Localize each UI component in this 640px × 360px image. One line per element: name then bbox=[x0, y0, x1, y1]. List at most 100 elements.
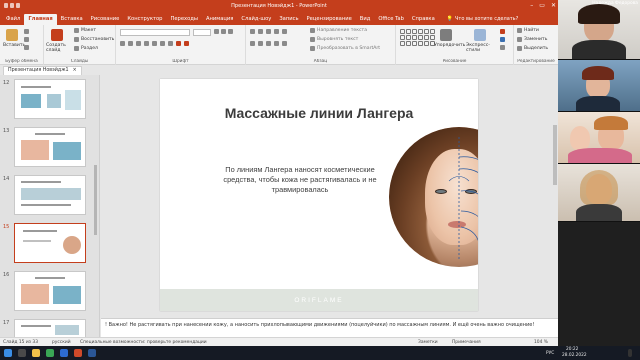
underline-icon[interactable] bbox=[136, 41, 141, 46]
justify-icon[interactable] bbox=[274, 41, 279, 46]
line-spacing-icon[interactable] bbox=[282, 29, 287, 34]
layout-button[interactable]: Макет bbox=[74, 28, 96, 33]
show-desktop-button[interactable] bbox=[628, 349, 632, 357]
find-button[interactable]: Найти bbox=[517, 28, 539, 33]
font-color-icon[interactable] bbox=[184, 41, 189, 46]
section-button[interactable]: Раздел bbox=[74, 46, 98, 51]
align-center-icon[interactable] bbox=[258, 41, 263, 46]
tab-file[interactable]: Файл bbox=[2, 14, 24, 25]
tab-home[interactable]: Главная bbox=[24, 14, 57, 25]
word-icon[interactable] bbox=[88, 349, 96, 357]
tell-me-box[interactable]: 💡 Что вы хотите сделать? bbox=[439, 14, 523, 25]
align-left-icon[interactable] bbox=[250, 41, 255, 46]
slide-thumbnail-15[interactable] bbox=[14, 223, 86, 263]
title-bar: Презентация Новэйдж1 - PowerPoint – ▭ ✕ bbox=[0, 0, 558, 12]
webcam-tile-1[interactable]: Надежда Федорова bbox=[558, 0, 640, 60]
group-clipboard: Вставить Буфер обмена bbox=[0, 25, 44, 65]
strikethrough-icon[interactable] bbox=[144, 41, 149, 46]
paste-icon[interactable] bbox=[6, 29, 18, 41]
thumbnail-picture bbox=[47, 94, 61, 108]
slide-title[interactable]: Массажные линии Лангера bbox=[160, 105, 478, 121]
slide-thumbnail-16[interactable] bbox=[14, 271, 86, 311]
notes-button[interactable]: Заметки bbox=[418, 340, 438, 345]
italic-icon[interactable] bbox=[128, 41, 133, 46]
reset-button[interactable]: Восстановить bbox=[74, 37, 114, 42]
indent-decrease-icon[interactable] bbox=[266, 29, 271, 34]
format-painter-icon[interactable] bbox=[24, 45, 29, 50]
align-text-button[interactable]: Выровнять текст bbox=[310, 37, 358, 42]
scrollbar-thumb[interactable] bbox=[553, 125, 557, 185]
tab-transitions[interactable]: Переходы bbox=[166, 14, 202, 25]
close-icon[interactable]: ✕ bbox=[551, 2, 556, 9]
new-slide-button[interactable]: Создать слайд bbox=[46, 43, 72, 53]
smartart-button[interactable]: Преобразовать в SmartArt bbox=[310, 46, 380, 51]
zoom-icon[interactable] bbox=[60, 349, 68, 357]
slide-thumbnail-12[interactable] bbox=[14, 79, 86, 119]
numbering-icon[interactable] bbox=[258, 29, 263, 34]
document-tab[interactable]: Презентация Новэйдж1 × bbox=[3, 66, 82, 75]
indent-increase-icon[interactable] bbox=[274, 29, 279, 34]
powerpoint-icon[interactable] bbox=[74, 349, 82, 357]
slide-thumbnail-14[interactable] bbox=[14, 175, 86, 215]
windows-start-icon[interactable] bbox=[4, 349, 12, 357]
tab-animations[interactable]: Анимация bbox=[202, 14, 237, 25]
zoom-level[interactable]: 104 % bbox=[534, 340, 548, 345]
text-direction-button[interactable]: Направление текста bbox=[310, 28, 367, 33]
replace-button[interactable]: Заменить bbox=[517, 37, 547, 42]
font-size-field[interactable] bbox=[193, 29, 211, 36]
maximize-icon[interactable]: ▭ bbox=[539, 2, 545, 9]
face-picture[interactable] bbox=[389, 127, 478, 267]
status-accessibility[interactable]: Специальные возможности: проверьте реком… bbox=[80, 340, 207, 345]
font-name-field[interactable] bbox=[120, 29, 190, 36]
tab-review[interactable]: Рецензирование bbox=[303, 14, 356, 25]
align-right-icon[interactable] bbox=[266, 41, 271, 46]
close-tab-icon[interactable]: × bbox=[73, 68, 77, 74]
person-body bbox=[576, 204, 622, 221]
font-grow-icon[interactable] bbox=[214, 29, 233, 34]
thumbnails-scrollbar[interactable] bbox=[94, 165, 97, 235]
tab-slideshow[interactable]: Слайд-шоу bbox=[237, 14, 275, 25]
tab-draw[interactable]: Рисование bbox=[87, 14, 124, 25]
notes-pane[interactable]: ! Важно! Не растягивать при нанесении ко… bbox=[101, 318, 558, 337]
quick-styles-button[interactable]: Экспресс-стили bbox=[466, 43, 496, 53]
cut-icon[interactable] bbox=[24, 29, 29, 34]
shape-outline-icon[interactable] bbox=[500, 37, 505, 42]
bullets-icon[interactable] bbox=[250, 29, 255, 34]
webcam-tile-3[interactable] bbox=[558, 112, 640, 164]
file-explorer-icon[interactable] bbox=[32, 349, 40, 357]
chrome-icon[interactable] bbox=[46, 349, 54, 357]
columns-icon[interactable] bbox=[282, 41, 287, 46]
tab-record[interactable]: Запись bbox=[275, 14, 302, 25]
shapes-gallery[interactable] bbox=[400, 29, 435, 46]
slide-thumbnail-17[interactable] bbox=[14, 319, 86, 337]
slide-thumbnail-13[interactable] bbox=[14, 127, 86, 167]
spacing-icon[interactable] bbox=[160, 41, 165, 46]
shape-fill-icon[interactable] bbox=[500, 29, 505, 34]
language-indicator[interactable]: РУС bbox=[546, 351, 554, 356]
highlight-icon[interactable] bbox=[176, 41, 181, 46]
arrange-button[interactable]: Упорядочить bbox=[434, 43, 465, 48]
minimize-icon[interactable]: – bbox=[530, 2, 533, 9]
bold-icon[interactable] bbox=[120, 41, 125, 46]
current-slide[interactable]: Массажные линии Лангера По линиям Лангер… bbox=[160, 79, 478, 311]
shape-effects-icon[interactable] bbox=[500, 45, 505, 50]
tab-office-tab[interactable]: Office Tab bbox=[374, 14, 408, 25]
webcam-tile-4[interactable] bbox=[558, 164, 640, 222]
tab-help[interactable]: Справка bbox=[408, 14, 439, 25]
status-language[interactable]: русский bbox=[52, 340, 71, 345]
comments-button[interactable]: Примечания bbox=[452, 340, 481, 345]
select-button[interactable]: Выделить bbox=[517, 46, 548, 51]
copy-icon[interactable] bbox=[24, 37, 29, 42]
new-slide-icon[interactable] bbox=[51, 29, 63, 41]
quick-styles-icon[interactable] bbox=[474, 29, 486, 41]
tab-view[interactable]: Вид bbox=[356, 14, 375, 25]
slide-body-text[interactable]: По линиям Лангера наносят косметические … bbox=[212, 165, 388, 195]
tab-insert[interactable]: Вставка bbox=[57, 14, 87, 25]
tab-design[interactable]: Конструктор bbox=[123, 14, 166, 25]
shadow-icon[interactable] bbox=[152, 41, 157, 46]
search-icon[interactable] bbox=[18, 349, 26, 357]
arrange-icon[interactable] bbox=[440, 29, 452, 41]
paste-button[interactable]: Вставить bbox=[3, 43, 25, 48]
webcam-tile-2[interactable] bbox=[558, 60, 640, 112]
case-icon[interactable] bbox=[168, 41, 173, 46]
